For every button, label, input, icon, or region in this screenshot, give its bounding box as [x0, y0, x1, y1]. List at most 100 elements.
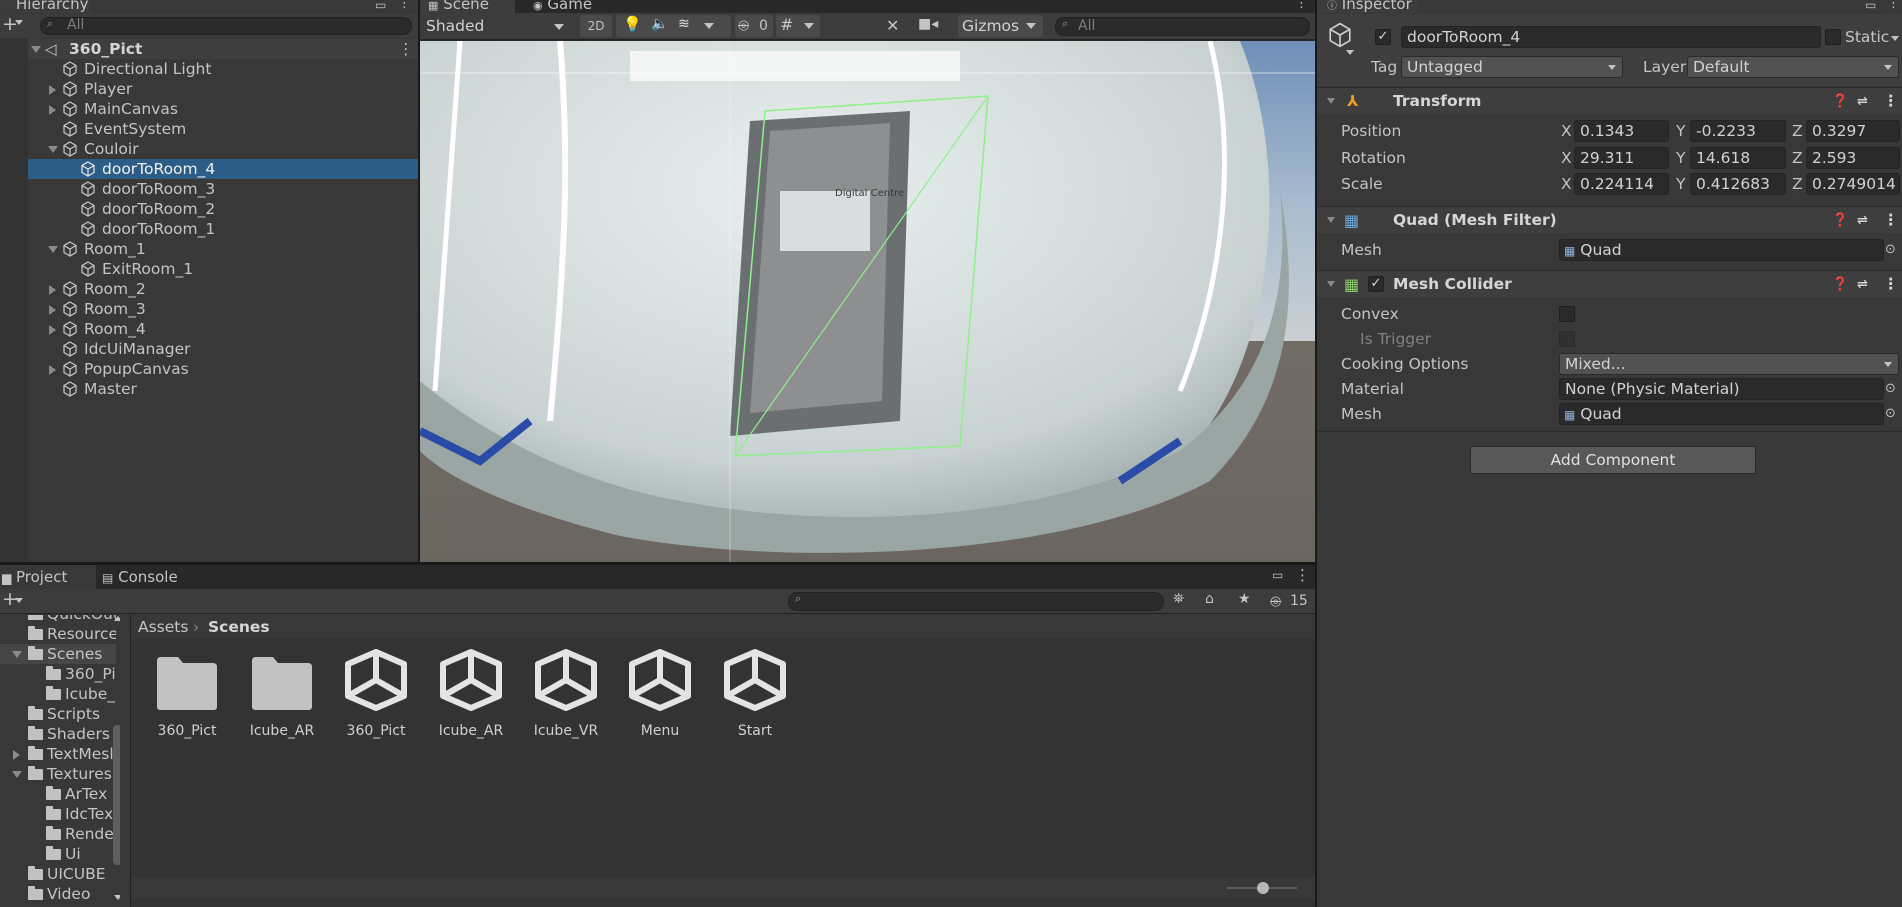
object-picker-icon[interactable]: ⊙ — [1885, 238, 1896, 262]
kebab-menu-icon[interactable]: ⋮ — [1883, 271, 1899, 298]
chevron-down-icon[interactable] — [704, 23, 714, 29]
hidden-objects-toggle[interactable]: ◎ 0 — [735, 15, 773, 37]
asset-item[interactable]: Menu — [613, 649, 707, 739]
object-picker-icon[interactable]: ⊙ — [1885, 402, 1896, 426]
tab-hierarchy[interactable]: Hierarchy — [0, 0, 90, 13]
expand-arrow-icon[interactable] — [49, 365, 56, 375]
scene-header-row[interactable]: ◁ 360_Pict ⋮ — [0, 39, 418, 59]
expand-arrow-icon[interactable] — [49, 105, 56, 115]
scroll-up-icon[interactable] — [114, 616, 120, 621]
toggle-2d-button[interactable]: 2D — [580, 15, 612, 37]
asset-item[interactable]: Start — [708, 649, 802, 739]
breadcrumb-root[interactable]: Assets — [138, 615, 188, 639]
asset-item[interactable]: Icube_AR — [235, 649, 329, 739]
add-component-button[interactable]: Add Component — [1470, 446, 1756, 474]
convex-checkbox[interactable] — [1559, 306, 1575, 322]
gizmos-dropdown[interactable]: Gizmos — [958, 15, 1043, 37]
scale-z-field[interactable]: 0.2749014 — [1806, 173, 1900, 195]
scroll-down-icon[interactable] — [114, 895, 120, 900]
hierarchy-item[interactable]: Room_2 — [0, 279, 418, 299]
tab-project[interactable]: ▆ Project — [0, 565, 96, 589]
hierarchy-item[interactable]: doorToRoom_2 — [0, 199, 418, 219]
chevron-down-icon[interactable] — [1327, 281, 1335, 287]
kebab-menu-icon[interactable]: ⋮ — [398, 39, 414, 59]
favorite-star-icon[interactable]: ★ — [1238, 591, 1251, 607]
chevron-down-icon[interactable] — [1891, 36, 1899, 41]
camera-dropdown[interactable]: ■◂ — [916, 15, 956, 37]
preset-sliders-icon[interactable]: ⇌ — [1857, 88, 1868, 115]
hierarchy-item[interactable]: Room_4 — [0, 319, 418, 339]
expand-arrow-icon[interactable] — [12, 771, 22, 778]
hierarchy-item[interactable]: Player — [0, 79, 418, 99]
tag-dropdown[interactable]: Untagged — [1401, 56, 1623, 78]
object-name-field[interactable]: doorToRoom_4 — [1401, 26, 1821, 48]
position-z-field[interactable]: 0.3297 — [1806, 120, 1900, 142]
collider-mesh-object-field[interactable]: ▦ Quad — [1559, 403, 1884, 425]
hierarchy-item-selected[interactable]: doorToRoom_4 — [0, 159, 418, 179]
expand-arrow-icon[interactable] — [49, 285, 56, 295]
label-tag-icon[interactable]: ⌂ — [1205, 591, 1214, 607]
tree-scrollbar[interactable] — [113, 615, 120, 907]
effects-layers-icon[interactable]: ≋ — [678, 16, 690, 32]
kebab-menu-icon[interactable]: ⋮ — [1883, 88, 1899, 115]
lock-icon[interactable]: ▭ — [1865, 0, 1876, 12]
lock-icon[interactable]: ▭ — [1272, 568, 1283, 582]
asset-item[interactable]: 360_Pict — [140, 649, 234, 739]
help-icon[interactable]: ❓ — [1832, 207, 1848, 234]
scene-search-input[interactable]: ⌕ All — [1055, 17, 1310, 36]
asset-item[interactable]: Icube_AR — [424, 649, 518, 739]
help-icon[interactable]: ❓ — [1832, 271, 1848, 298]
scale-y-field[interactable]: 0.412683 — [1690, 173, 1786, 195]
mesh-collider-enabled-checkbox[interactable]: ✓ — [1368, 276, 1384, 292]
kebab-menu-icon[interactable]: ⋮ — [1295, 566, 1310, 584]
zoom-slider-handle[interactable] — [1257, 882, 1269, 894]
tab-console[interactable]: ▤ Console — [100, 565, 200, 589]
expand-arrow-icon[interactable] — [49, 325, 56, 335]
transform-header[interactable]: ⅄ Transform ❓ ⇌ ⋮ — [1317, 87, 1902, 114]
expand-arrow-icon[interactable] — [48, 246, 58, 253]
hierarchy-item[interactable]: doorToRoom_3 — [0, 179, 418, 199]
project-tree-item-selected[interactable]: Scenes — [0, 644, 120, 664]
grid-toggle[interactable]: # — [776, 15, 820, 37]
breadcrumb-current[interactable]: Scenes — [208, 615, 270, 639]
material-object-field[interactable]: None (Physic Material) — [1559, 378, 1884, 400]
rotation-y-field[interactable]: 14.618 — [1690, 147, 1786, 169]
chevron-down-icon[interactable] — [1327, 217, 1335, 223]
mesh-collider-header[interactable]: ▦ ✓ Mesh Collider ❓ ⇌ ⋮ — [1317, 270, 1902, 297]
help-icon[interactable]: ❓ — [1832, 88, 1848, 115]
project-search-input[interactable]: ⌕ — [788, 592, 1164, 611]
object-picker-icon[interactable]: ⊙ — [1885, 377, 1896, 401]
asset-item[interactable]: 360_Pict — [329, 649, 423, 739]
chevron-down-icon[interactable] — [15, 598, 23, 603]
chevron-down-icon[interactable] — [1346, 50, 1354, 55]
tools-icon[interactable]: ✕ — [886, 16, 899, 35]
rotation-z-field[interactable]: 2.593 — [1806, 147, 1900, 169]
hierarchy-item[interactable]: Directional Light — [0, 59, 418, 79]
preset-sliders-icon[interactable]: ⇌ — [1857, 207, 1868, 234]
search-by-type-icon[interactable]: ⛯ — [1173, 591, 1184, 607]
scale-x-field[interactable]: 0.224114 — [1574, 173, 1669, 195]
scene-viewport[interactable]: Digital Centre — [420, 41, 1315, 562]
scrollbar-thumb[interactable] — [113, 725, 120, 865]
hierarchy-item[interactable]: Master — [0, 379, 418, 399]
tab-game[interactable]: ◉ Game — [525, 0, 615, 13]
hierarchy-item[interactable]: Room_1 — [0, 239, 418, 259]
chevron-down-icon[interactable] — [1327, 98, 1335, 104]
expand-arrow-icon[interactable] — [12, 651, 22, 658]
position-y-field[interactable]: -0.2233 — [1690, 120, 1786, 142]
audio-speaker-icon[interactable]: 🔈 — [651, 16, 668, 32]
preset-sliders-icon[interactable]: ⇌ — [1857, 271, 1868, 298]
asset-item[interactable]: Icube_VR — [519, 649, 613, 739]
hidden-packages-toggle[interactable]: ◎ 15 — [1268, 591, 1312, 612]
expand-arrow-icon[interactable] — [13, 750, 20, 760]
hierarchy-item[interactable]: Couloir — [0, 139, 418, 159]
expand-arrow-icon[interactable] — [49, 85, 56, 95]
hierarchy-item[interactable]: Room_3 — [0, 299, 418, 319]
active-checkbox[interactable]: ✓ — [1375, 29, 1391, 45]
expand-arrow-icon[interactable] — [49, 305, 56, 315]
cooking-options-dropdown[interactable]: Mixed... — [1559, 353, 1899, 375]
layer-dropdown[interactable]: Default — [1687, 56, 1899, 78]
hierarchy-item[interactable]: EventSystem — [0, 119, 418, 139]
kebab-menu-icon[interactable]: ⋮ — [398, 0, 411, 11]
tab-inspector[interactable]: ⓘ Inspector — [1317, 0, 1417, 13]
